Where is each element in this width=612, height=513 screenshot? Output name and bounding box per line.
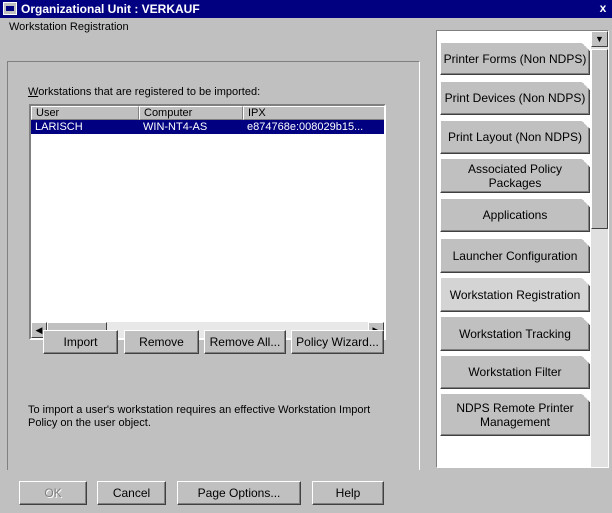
import-policy-note: To import a user's workstation requires … [28,404,371,429]
remove-all-button[interactable]: Remove All... [204,330,286,354]
workstation-registration-page: Workstation Registration Workstations th… [0,18,430,479]
help-button[interactable]: Help [312,481,384,505]
list-header: User Computer IPX [31,106,384,120]
cell-ipx: e874768e:008029b15... [247,121,364,133]
page-options-button[interactable]: Page Options... [177,481,301,505]
column-header-ipx[interactable]: IPX [243,106,384,120]
window-title: Organizational Unit : VERKAUF [21,2,200,16]
app-icon [3,2,17,15]
scroll-down-icon[interactable]: ▼ [591,31,608,47]
tab-workstation-tracking[interactable]: Workstation Tracking [440,316,590,351]
policy-wizard-button[interactable]: Policy Wizard... [291,330,384,354]
section-title: Workstation Registration [9,21,129,33]
column-header-user[interactable]: User [31,106,139,120]
close-icon[interactable]: x [596,2,610,15]
remove-button[interactable]: Remove [124,330,199,354]
cell-computer: WIN-NT4-AS [143,121,208,133]
table-row[interactable]: LARISCH WIN-NT4-AS e874768e:008029b15... [31,120,384,134]
list-label-text: orkstations that are registered to be im… [38,86,261,98]
tab-scroll-thumb[interactable] [591,49,608,229]
tab-launcher-configuration[interactable]: Launcher Configuration [440,238,590,273]
list-label: Workstations that are registered to be i… [28,86,260,98]
title-bar: Organizational Unit : VERKAUF x [0,0,612,18]
dialog-button-bar [0,470,612,513]
tab-associated-policy-packages[interactable]: Associated Policy Packages [440,158,590,193]
tab-print-layout[interactable]: Print Layout (Non NDPS) [440,120,590,154]
tab-ndps-remote-printer-management[interactable]: NDPS Remote Printer Management [440,393,590,436]
workstations-list[interactable]: User Computer IPX LARISCH WIN-NT4-AS e87… [29,104,386,340]
tab-workstation-registration[interactable]: Workstation Registration [440,277,590,312]
cancel-button[interactable]: Cancel [97,481,166,505]
tab-list-scrollbar[interactable]: ▲ ▼ [591,31,608,467]
tab-printer-forms[interactable]: Printer Forms (Non NDPS) [440,42,590,75]
column-header-computer[interactable]: Computer [139,106,243,120]
ok-button[interactable]: OK [19,481,87,505]
import-button[interactable]: Import [43,330,118,354]
cell-user: LARISCH [35,121,83,133]
tab-print-devices[interactable]: Print Devices (Non NDPS) [440,81,590,115]
tab-workstation-filter[interactable]: Workstation Filter [440,355,590,389]
list-label-mnemonic: W [28,86,39,98]
tab-applications[interactable]: Applications [440,198,590,232]
